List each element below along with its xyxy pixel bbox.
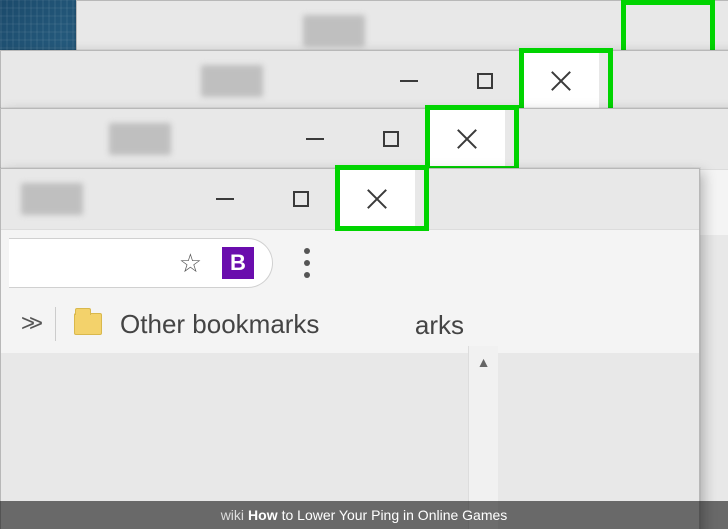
close-button[interactable] [523, 52, 599, 110]
browser-toolbar: ☆ B [1, 229, 699, 295]
kebab-menu-icon[interactable] [287, 230, 327, 296]
maximize-button[interactable] [353, 110, 429, 168]
caption-rest: to Lower Your Ping in Online Games [282, 507, 508, 523]
close-button[interactable] [429, 110, 505, 168]
titlebar [1, 51, 728, 111]
folder-icon [74, 313, 102, 335]
tab-favicon-blur [109, 123, 171, 155]
caption-bold: How [248, 507, 278, 523]
maximize-button[interactable] [447, 52, 523, 110]
caption-prefix: wiki [221, 507, 244, 523]
titlebar [1, 109, 728, 169]
close-button[interactable] [339, 170, 415, 228]
desktop-background: arks ▲ narks ▲ ☆ B [0, 0, 728, 529]
bookmarks-overflow-icon[interactable]: >> [21, 310, 37, 338]
maximize-button[interactable] [263, 170, 339, 228]
minimize-button[interactable] [277, 110, 353, 168]
minimize-button[interactable] [371, 52, 447, 110]
bookmarks-folder-label[interactable]: Other bookmarks [120, 309, 319, 340]
star-icon[interactable]: ☆ [179, 248, 202, 279]
caption-bar: wikiHow to Lower Your Ping in Online Gam… [0, 501, 728, 529]
extension-icon[interactable]: B [222, 247, 254, 279]
tab-favicon-blur [201, 65, 263, 97]
tab-favicon-blur [303, 15, 365, 47]
titlebar [1, 169, 699, 229]
scroll-up-icon: ▲ [477, 354, 491, 370]
minimize-button[interactable] [187, 170, 263, 228]
divider [55, 307, 56, 341]
address-bar[interactable]: ☆ B [9, 238, 273, 288]
bookmarks-peek: arks [340, 300, 470, 350]
tab-favicon-blur [21, 183, 83, 215]
